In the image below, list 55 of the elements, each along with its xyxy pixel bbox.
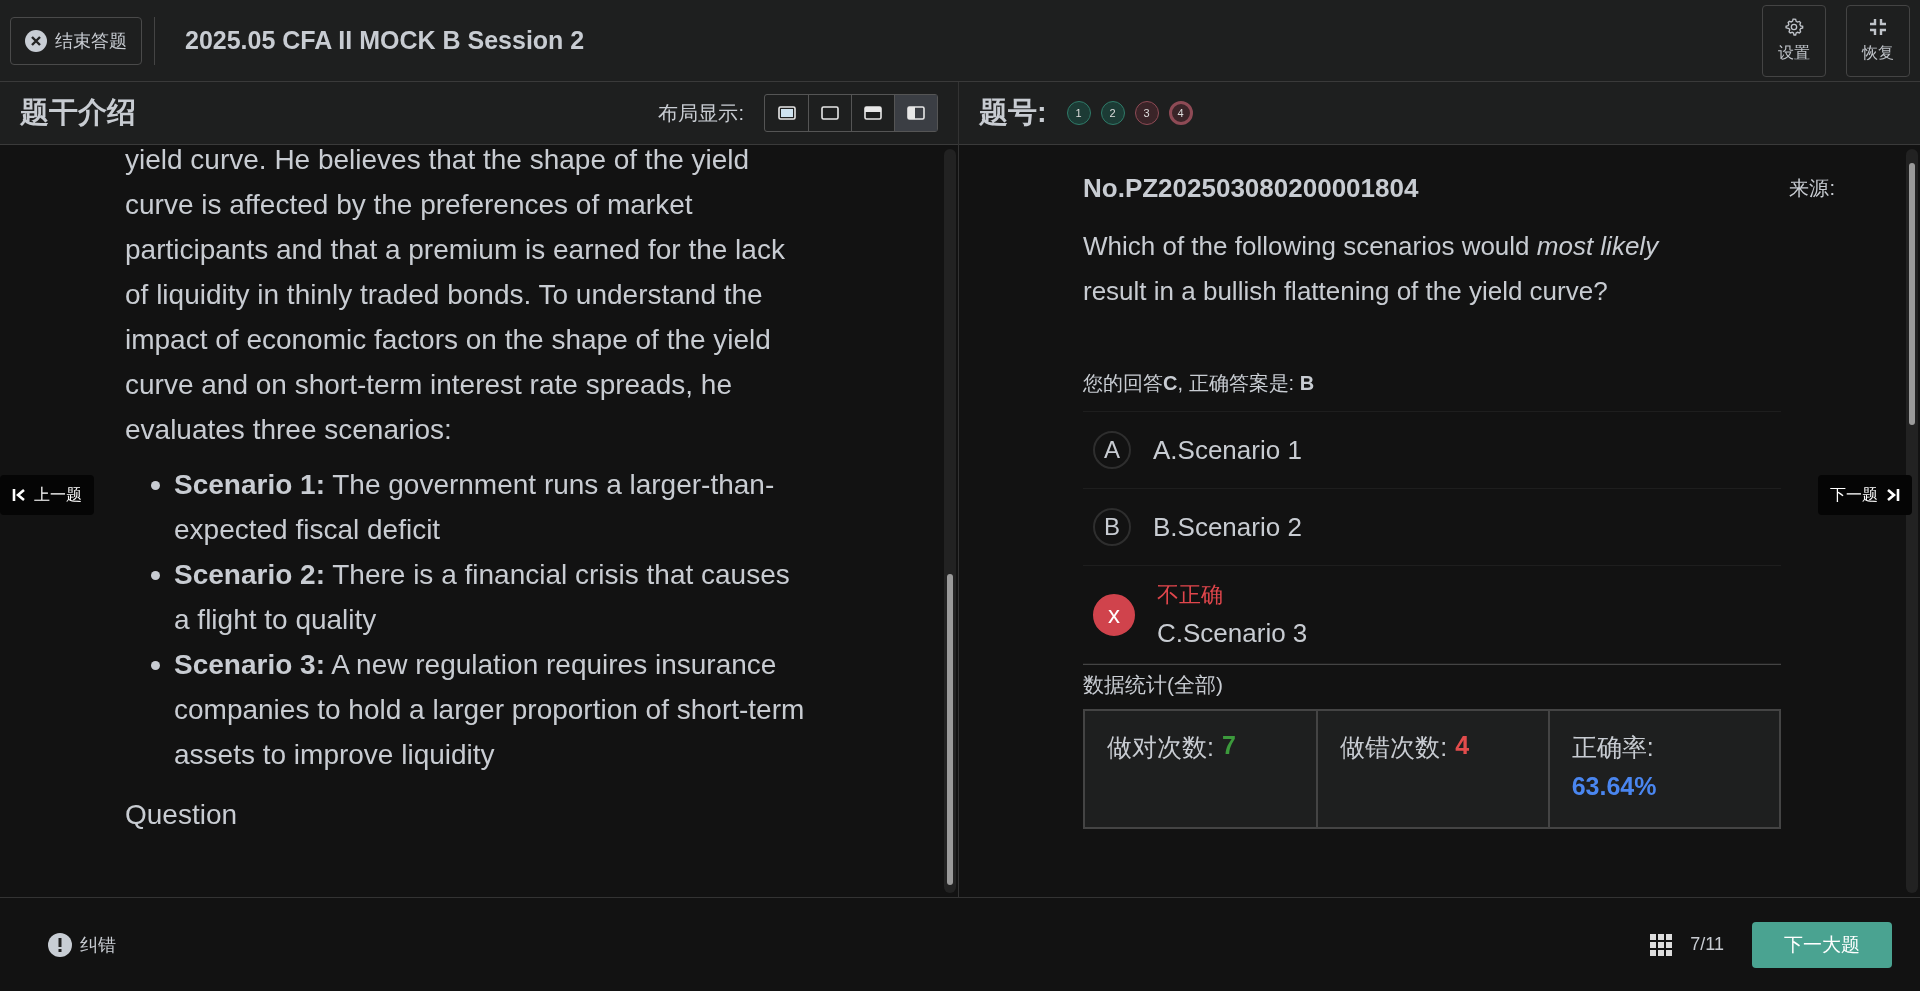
- bullet-icon: [151, 481, 160, 490]
- question-number[interactable]: 3: [1134, 101, 1159, 125]
- verdict-text: 不正确: [1157, 581, 1224, 609]
- question-id: No.PZ202503080200001804: [1083, 173, 1420, 204]
- close-icon: [25, 29, 47, 52]
- layout-label: 布局显示:: [658, 100, 744, 126]
- panel-title: 题干介绍: [20, 95, 136, 130]
- grid-icon[interactable]: [1650, 933, 1673, 956]
- stat-label: 正确率:: [1571, 732, 1654, 763]
- scrollbar[interactable]: [944, 149, 956, 893]
- scenario-text: Scenario 3: A new regulation requires insurance companies to hold a larger proportion of short-term assets to improve liquidity: [174, 648, 805, 772]
- option-letter: A: [1093, 431, 1131, 469]
- source-label: 来源:: [1789, 176, 1835, 201]
- settings-button[interactable]: 设置: [1762, 4, 1826, 77]
- layout-icon: [907, 106, 925, 120]
- option-text[interactable]: C.Scenario 3: [1157, 618, 1308, 649]
- stat-value: 4: [1455, 731, 1470, 761]
- question-number[interactable]: 1: [1066, 101, 1091, 125]
- layout-icon: [864, 106, 882, 120]
- stat-label: 做对次数:: [1107, 732, 1214, 763]
- option-text[interactable]: B.Scenario 2: [1153, 511, 1302, 543]
- end-answer-button[interactable]: 结束答题: [10, 16, 142, 65]
- collapse-icon: [1868, 17, 1888, 37]
- question-text: Which of the following scenarios would most likely result in a bullish flattening of the yield curve?: [1083, 230, 1661, 308]
- alert-icon: [48, 932, 72, 957]
- stats-title: 数据统计(全部): [1083, 664, 1781, 699]
- previous-icon: [12, 488, 26, 502]
- bullet-icon: [151, 661, 160, 670]
- settings-icon: [1784, 17, 1804, 37]
- layout-icon: [777, 106, 796, 120]
- question-number[interactable]: 2: [1100, 101, 1125, 125]
- progress-count: 7/11: [1690, 934, 1724, 955]
- wrong-mark: x: [1093, 593, 1135, 636]
- layout-icon: [821, 106, 839, 120]
- scenario-text: Scenario 1: The government runs a larger-than-expected fiscal deficit: [174, 468, 776, 547]
- option-text[interactable]: A.Scenario 1: [1153, 434, 1302, 466]
- layout-button[interactable]: [894, 95, 937, 131]
- exam-title: 2025.05 CFA II MOCK B Session 2: [185, 26, 585, 55]
- next-icon: [1886, 488, 1900, 502]
- question-number[interactable]: 4: [1168, 101, 1193, 125]
- restore-button[interactable]: 恢复: [1846, 4, 1910, 77]
- stat-value: 63.64%: [1571, 772, 1658, 801]
- bullet-icon: [151, 571, 160, 580]
- scenario-text: Scenario 2: There is a financial crisis that causes a flight to quality: [174, 558, 791, 637]
- stat-value: 7: [1221, 731, 1236, 761]
- stat-label: 做错次数:: [1340, 732, 1448, 763]
- answer-summary: 您的回答C, 正确答案是: B: [1083, 370, 1781, 412]
- option-letter: B: [1093, 508, 1131, 546]
- question-heading: Question: [125, 798, 239, 832]
- report-error-button[interactable]: 纠错: [42, 931, 122, 958]
- previous-question-button[interactable]: 上一题: [0, 475, 94, 515]
- next-question-button[interactable]: 下一题: [1818, 475, 1912, 515]
- panel-title: 题号:: [979, 95, 1047, 130]
- passage-paragraph: yield curve. He believes that the shape of the yield curve is affected by the preferences of market participants and that a premium is earned for the lack of liquidity in thinly traded bonds. To understand the impact of economic factors on the shape of the yield curve and on short-term interest rate spreads, he evaluates three scenarios:: [125, 145, 786, 447]
- scrollbar[interactable]: [1906, 149, 1918, 893]
